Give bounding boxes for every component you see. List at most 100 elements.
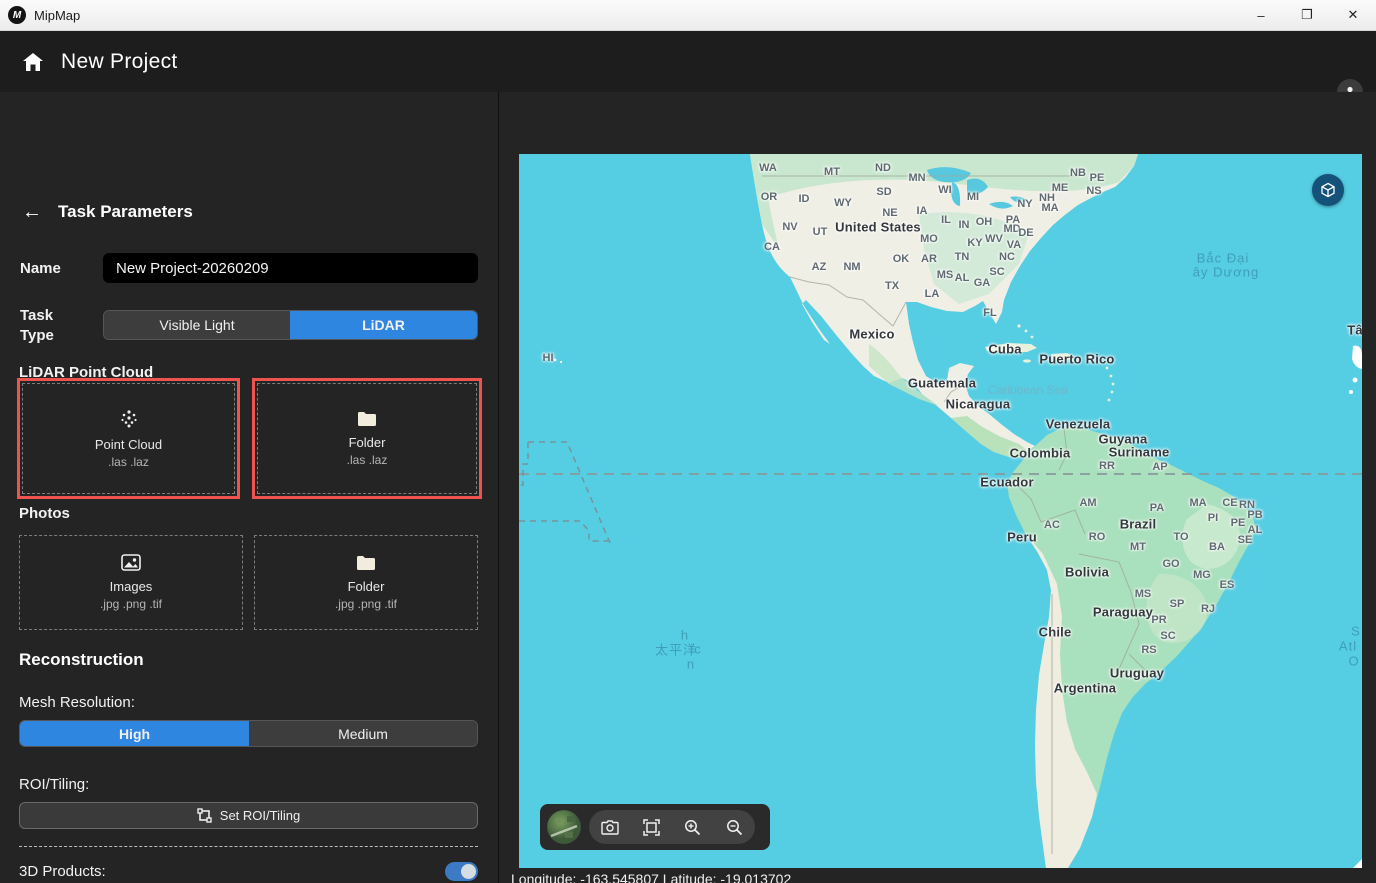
photos-section-title: Photos <box>19 505 70 522</box>
image-icon <box>121 554 141 571</box>
upload-box-label: Folder <box>348 579 385 594</box>
map-label: NC <box>999 251 1015 263</box>
page-title: New Project <box>61 50 178 74</box>
upload-box-label: Images <box>110 579 153 594</box>
map-label: MS <box>937 269 954 281</box>
map-label: DE <box>1018 227 1033 239</box>
task-type-lidar[interactable]: LiDAR <box>290 311 477 339</box>
map-label: WY <box>834 197 852 209</box>
upload-box-formats: .las .laz <box>347 453 388 467</box>
map-label: MI <box>967 191 979 203</box>
map-3d-view-button[interactable] <box>1312 174 1344 206</box>
map-label: RS <box>1141 644 1156 656</box>
home-icon[interactable] <box>22 52 44 72</box>
images-upload-box[interactable]: Images .jpg .png .tif <box>19 535 243 630</box>
mesh-medium-button[interactable]: Medium <box>249 721 477 746</box>
map-label: O <box>1348 654 1359 669</box>
map-label: ic <box>690 642 701 657</box>
map-label: RR <box>1099 460 1115 472</box>
map-label: AR <box>921 253 937 265</box>
map-label: Caribbean Sea <box>988 383 1068 397</box>
task-type-label: Task Type <box>20 306 82 346</box>
map-canvas[interactable]: WAMTNDMNORIDWYSDWIMINEIAILINOHPANYNHMAME… <box>519 154 1362 868</box>
set-roi-tiling-button[interactable]: Set ROI/Tiling <box>19 802 478 829</box>
map-label: n <box>687 657 695 672</box>
minimize-button[interactable]: – <box>1238 0 1284 30</box>
map-label: Colombia <box>1010 446 1071 461</box>
map-label: SC <box>989 266 1004 278</box>
map-label: TX <box>885 280 899 292</box>
map-label: IL <box>941 214 951 226</box>
lidar-folder-upload-box[interactable]: Folder .las .laz <box>257 383 477 494</box>
map-label: S <box>1351 624 1361 639</box>
map-label: ES <box>1220 579 1235 591</box>
map-label: MA <box>1041 202 1058 214</box>
mesh-high-button[interactable]: High <box>20 721 249 746</box>
map-label: SC <box>1160 630 1175 642</box>
map-label: NV <box>782 221 797 233</box>
map-label: Puerto Rico <box>1039 352 1114 367</box>
map-label: NS <box>1086 185 1101 197</box>
map-label: MS <box>1135 588 1152 600</box>
map-label: LA <box>925 288 940 300</box>
map-label: PA <box>1006 214 1020 226</box>
basemap-thumbnail[interactable] <box>547 810 581 844</box>
map-label: Bắc Đại <box>1197 251 1250 266</box>
map-label: MT <box>824 166 840 178</box>
folder-icon <box>357 411 377 427</box>
mesh-resolution-segmented: High Medium <box>19 720 478 747</box>
map-label: RJ <box>1201 603 1215 615</box>
project-name-input[interactable] <box>103 253 478 283</box>
back-arrow-icon[interactable]: ← <box>22 202 42 222</box>
map-label: MA <box>1189 497 1206 509</box>
maximize-button[interactable]: ❐ <box>1284 0 1330 30</box>
map-label: Nicaragua <box>946 397 1011 412</box>
map-label: Chile <box>1039 625 1072 640</box>
map-label: Argentina <box>1054 681 1116 696</box>
screenshot-camera-button[interactable] <box>599 816 621 838</box>
photos-folder-upload-box[interactable]: Folder .jpg .png .tif <box>254 535 478 630</box>
map-label: OK <box>893 253 910 265</box>
map-label: MO <box>920 233 938 245</box>
cursor-coordinates: Longitude: -163.545807 Latitude: -19.013… <box>511 871 791 883</box>
map-label: ID <box>799 193 810 205</box>
map-label: MG <box>1193 569 1211 581</box>
map-label: UT <box>813 226 828 238</box>
fit-extent-button[interactable] <box>640 816 662 838</box>
map-label: ND <box>875 162 891 174</box>
map-label: PB <box>1247 509 1262 521</box>
panel-title: Task Parameters <box>58 202 193 222</box>
point-cloud-icon <box>119 409 139 429</box>
map-label: PR <box>1151 614 1166 626</box>
map-label: SP <box>1170 598 1185 610</box>
map-label: Paraguay <box>1093 605 1153 620</box>
map-label: OR <box>761 191 778 203</box>
roi-tiling-label: ROI/Tiling: <box>19 776 89 793</box>
upload-box-formats: .las .laz <box>108 455 149 469</box>
map-label: h <box>681 628 689 643</box>
map-label: NB <box>1070 167 1086 179</box>
reconstruction-section-title: Reconstruction <box>19 650 144 670</box>
map-label: PA <box>1150 502 1164 514</box>
task-type-visible-light[interactable]: Visible Light <box>104 311 290 339</box>
map-label: Peru <box>1007 530 1037 545</box>
products-toggle[interactable] <box>445 862 478 881</box>
crop-icon <box>197 808 212 823</box>
map-label: WV <box>985 233 1003 245</box>
map-label: AZ <box>812 261 827 273</box>
map-label: NH <box>1039 192 1055 204</box>
window-controls: – ❐ ✕ <box>1238 0 1376 30</box>
divider <box>19 846 478 847</box>
map-label: AM <box>1079 497 1096 509</box>
map-label: AL <box>1248 524 1263 536</box>
zoom-out-button[interactable] <box>723 816 745 838</box>
map-label: FL <box>983 307 996 319</box>
close-button[interactable]: ✕ <box>1330 0 1376 30</box>
upload-box-formats: .jpg .png .tif <box>335 597 397 611</box>
map-label: PI <box>1208 512 1218 524</box>
map-label: Guyana <box>1099 432 1148 447</box>
zoom-in-button[interactable] <box>682 816 704 838</box>
point-cloud-upload-box[interactable]: Point Cloud .las .laz <box>22 383 235 494</box>
products-label: 3D Products: <box>19 863 106 880</box>
map-label: NE <box>882 207 897 219</box>
